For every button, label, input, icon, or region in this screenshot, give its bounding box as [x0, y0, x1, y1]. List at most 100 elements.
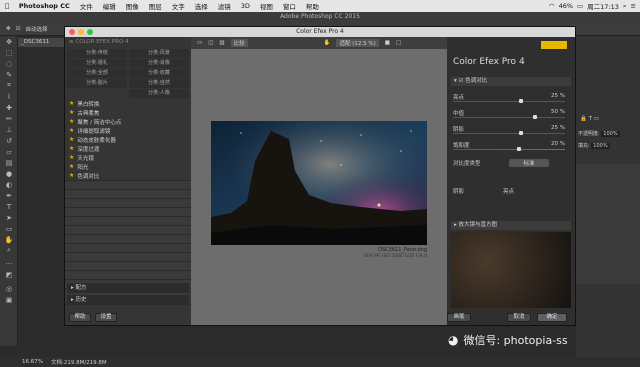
minimize-button[interactable] [78, 29, 84, 35]
collapse-icon[interactable]: ▸ [454, 222, 457, 228]
loupe-preview[interactable] [451, 232, 571, 308]
menu-view[interactable]: 视图 [255, 1, 278, 11]
stamp-icon[interactable]: ⊥ [0, 124, 18, 135]
single-view-icon[interactable]: ▭ [197, 40, 202, 46]
slider-track[interactable] [453, 117, 565, 118]
filter-item[interactable]: ★ 阳光 [65, 162, 191, 171]
star-icon[interactable]: ★ [69, 127, 74, 134]
star-icon[interactable]: ★ [69, 145, 74, 152]
brush-icon[interactable]: ✏ [0, 113, 18, 124]
filter-item[interactable]: ★ 详细提取滤镜 [65, 126, 191, 135]
marquee-icon[interactable]: ⬚ [0, 47, 18, 58]
collapse-icon[interactable]: ▾ [454, 78, 457, 84]
preview-image[interactable] [211, 121, 427, 245]
recipes-section[interactable]: ▸ 配方 [67, 283, 189, 293]
quick-select-icon[interactable]: ✎ [0, 69, 18, 80]
slider-midtones[interactable]: 中值 50 % [453, 109, 565, 120]
star-icon[interactable]: ★ [69, 136, 74, 143]
cancel-button[interactable]: 取消 [507, 313, 531, 322]
category-favorites[interactable]: 分类:收藏 [129, 69, 189, 78]
opacity-value[interactable]: 100% [601, 131, 620, 137]
hand-tool-icon[interactable]: ✋ [324, 40, 331, 46]
settings-button[interactable]: 设置 [95, 313, 117, 322]
slider-knob[interactable] [517, 147, 521, 151]
filter-enabled-checkbox[interactable]: ☑ [459, 78, 464, 84]
close-button[interactable] [69, 29, 75, 35]
menu-window[interactable]: 窗口 [278, 1, 301, 11]
filter-item[interactable]: ★ 聚焦 / 简洁中心点 [65, 117, 191, 126]
category-portrait[interactable]: 分类:肖像 [129, 59, 189, 68]
category-nature[interactable]: 分类:自然 [129, 79, 189, 88]
eyedropper-icon[interactable]: ⌇ [0, 91, 18, 102]
list-icon[interactable]: ≡ [631, 2, 636, 10]
bg-white-icon[interactable]: □ [396, 40, 401, 46]
menu-3d[interactable]: 3D [236, 2, 255, 10]
bg-color-icon[interactable]: ■ [385, 40, 390, 46]
clock[interactable]: 周二17:13 [587, 1, 619, 11]
active-filter-header[interactable]: ▾ ☑ 色调对比 [451, 77, 571, 86]
filter-item[interactable]: ★ 深度过渡 [65, 144, 191, 153]
menu-layer[interactable]: 图层 [144, 1, 167, 11]
category-film[interactable]: 分类:胶片 [67, 79, 127, 88]
filter-item[interactable]: ★ 黑白转换 [65, 99, 191, 108]
shape-layer-icon[interactable]: ▭ [594, 116, 599, 122]
slider-knob[interactable] [519, 131, 523, 135]
menu-select[interactable]: 选择 [190, 1, 213, 11]
slider-shadows[interactable]: 阴影 25 % [453, 125, 565, 136]
lock-icon[interactable]: 🔒 [580, 116, 587, 122]
loupe-header[interactable]: ▸ 放大镜与直方图 [451, 221, 571, 230]
type-layer-icon[interactable]: T [589, 116, 592, 122]
screen-mode-icon[interactable]: ▣ [0, 294, 18, 305]
slider-highlights[interactable]: 亮点 25 % [453, 93, 565, 104]
zoom-icon[interactable]: ⌕ [0, 245, 18, 256]
history-section[interactable]: ▸ 历史 [67, 295, 189, 305]
app-menu[interactable]: Photoshop CC [14, 2, 75, 10]
filter-item[interactable]: ★ 色调对比 [65, 171, 191, 180]
star-icon[interactable]: ★ [69, 100, 74, 107]
star-icon[interactable]: ★ [69, 154, 74, 161]
blur-icon[interactable]: ● [0, 168, 18, 179]
menu-image[interactable]: 图像 [121, 1, 144, 11]
side-by-side-icon[interactable]: ▥ [219, 40, 224, 46]
auto-select-checkbox[interactable]: ☑ [16, 26, 21, 32]
wifi-icon[interactable]: ◠ [549, 2, 555, 10]
menu-edit[interactable]: 编辑 [98, 1, 121, 11]
slider-track[interactable] [453, 133, 565, 134]
slider-knob[interactable] [533, 115, 537, 119]
star-icon[interactable]: ★ [69, 118, 74, 125]
category-traditional[interactable]: 分类:传统 [67, 49, 127, 58]
healing-icon[interactable]: ✚ [0, 102, 18, 113]
move-tool-icon[interactable]: ✥ [6, 26, 11, 32]
hand-icon[interactable]: ✋ [0, 234, 18, 245]
menu-filter[interactable]: 滤镜 [213, 1, 236, 11]
category-all[interactable]: 分类:全部 [67, 69, 127, 78]
menu-type[interactable]: 文字 [167, 1, 190, 11]
dodge-icon[interactable]: ◐ [0, 179, 18, 190]
fill-value[interactable]: 100% [591, 143, 610, 149]
eraser-icon[interactable]: ▱ [0, 146, 18, 157]
zoom-level[interactable]: 16.67% [22, 359, 43, 365]
star-icon[interactable]: ★ [69, 109, 74, 116]
ok-button[interactable]: 确定 [537, 313, 567, 322]
type-icon[interactable]: T [0, 201, 18, 212]
history-brush-icon[interactable]: ↺ [0, 135, 18, 146]
slider-saturation[interactable]: 饱和度 20 % [453, 141, 565, 152]
slider-knob[interactable] [519, 99, 523, 103]
shape-icon[interactable]: ▭ [0, 223, 18, 234]
star-icon[interactable]: ★ [69, 172, 74, 179]
help-button[interactable]: 帮助 [69, 313, 91, 322]
menu-file[interactable]: 文件 [75, 1, 98, 11]
contrast-type-select[interactable]: 标准 [509, 159, 549, 167]
filter-item[interactable]: ★ 动态皮肤柔化器 [65, 135, 191, 144]
gradient-icon[interactable]: ▤ [0, 157, 18, 168]
slider-track[interactable] [453, 101, 565, 102]
color-swatches-icon[interactable]: ◩ [0, 267, 18, 283]
zoom-button[interactable] [87, 29, 93, 35]
category-wedding[interactable]: 分类:婚礼 [67, 59, 127, 68]
battery-value[interactable]: 46% [559, 2, 573, 10]
more-tools-icon[interactable]: … [0, 256, 18, 267]
category-landscape[interactable]: 分类:风景 [129, 49, 189, 58]
zoom-select[interactable]: 适配 (12.5 %) [336, 39, 379, 47]
star-icon[interactable]: ★ [69, 163, 74, 170]
slider-track[interactable] [453, 149, 565, 150]
